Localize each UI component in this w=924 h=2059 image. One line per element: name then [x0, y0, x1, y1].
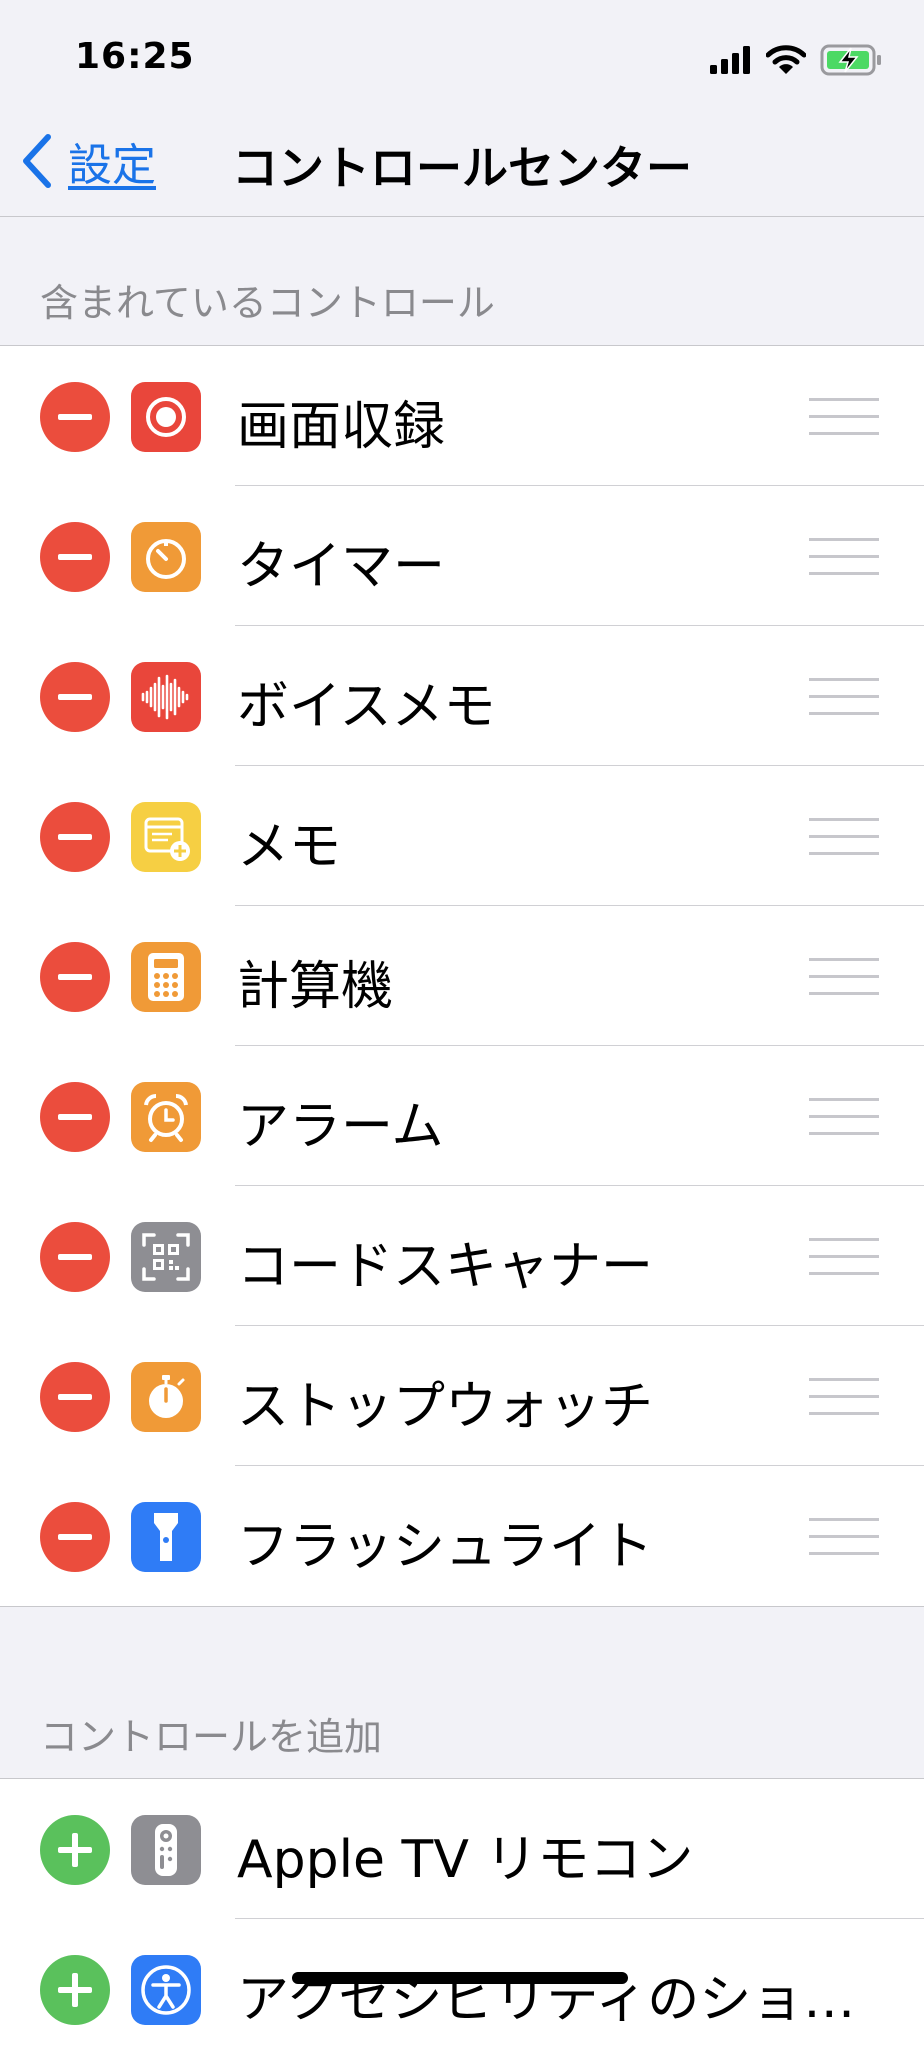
control-label: ストップウォッチ: [237, 1377, 654, 1437]
reorder-handle[interactable]: [809, 1378, 879, 1416]
list-item: アラーム: [0, 1046, 924, 1186]
cellular-signal-icon: [710, 46, 750, 74]
control-label: アラーム: [237, 1097, 444, 1157]
battery-charging-icon: [820, 44, 881, 76]
list-item: タイマー: [0, 486, 924, 626]
remove-button[interactable]: [40, 522, 110, 592]
list-item: アクセシビリティのショ…: [0, 1919, 924, 2059]
note-icon: [131, 802, 201, 872]
calculator-icon: [131, 942, 201, 1012]
control-label: コードスキャナー: [237, 1237, 654, 1297]
control-label: メモ: [237, 817, 342, 877]
back-button[interactable]: 設定: [20, 130, 156, 192]
control-label: フラッシュライト: [237, 1517, 654, 1577]
list-item: コードスキャナー: [0, 1186, 924, 1326]
flashlight-icon: [131, 1502, 201, 1572]
navigation-bar: 設定 コントロールセンター: [0, 110, 924, 217]
reorder-handle[interactable]: [809, 958, 879, 996]
control-label: タイマー: [237, 537, 446, 597]
screen-record-icon: [131, 382, 201, 452]
reorder-handle[interactable]: [809, 678, 879, 716]
section-header-included: 含まれているコントロール: [40, 281, 495, 325]
status-icons: [710, 40, 882, 80]
accessibility-icon: [131, 1955, 201, 2025]
remove-button[interactable]: [40, 662, 110, 732]
chevron-left-icon: [23, 134, 51, 188]
add-button[interactable]: [40, 1815, 110, 1885]
control-label: 計算機: [237, 957, 394, 1017]
control-label: Apple TV リモコン: [237, 1830, 694, 1890]
page-title: コントロールセンター: [232, 141, 692, 195]
stopwatch-icon: [131, 1362, 201, 1432]
list-item: ボイスメモ: [0, 626, 924, 766]
list-item: 画面収録: [0, 346, 924, 486]
reorder-handle[interactable]: [809, 1098, 879, 1136]
remove-button[interactable]: [40, 1082, 110, 1152]
remove-button[interactable]: [40, 1502, 110, 1572]
control-label: ボイスメモ: [237, 677, 496, 737]
timer-icon: [131, 522, 201, 592]
control-label: 画面収録: [237, 397, 446, 457]
home-indicator: [292, 1972, 628, 1984]
remove-button[interactable]: [40, 802, 110, 872]
tv-remote-icon: [131, 1815, 201, 1885]
remove-button[interactable]: [40, 1222, 110, 1292]
wifi-icon: [766, 45, 806, 74]
more-controls-list: Apple TV リモコン アクセシビリティのショ…: [0, 1778, 924, 2059]
control-label: アクセシビリティのショ…: [237, 1970, 856, 2030]
qr-code-icon: [131, 1222, 201, 1292]
list-item: Apple TV リモコン: [0, 1779, 924, 1919]
status-bar: 16:25: [0, 0, 924, 110]
reorder-handle[interactable]: [809, 1518, 879, 1556]
reorder-handle[interactable]: [809, 538, 879, 576]
remove-button[interactable]: [40, 382, 110, 452]
list-item: 計算機: [0, 906, 924, 1046]
remove-button[interactable]: [40, 942, 110, 1012]
add-button[interactable]: [40, 1955, 110, 2025]
list-item: フラッシュライト: [0, 1466, 924, 1606]
remove-button[interactable]: [40, 1362, 110, 1432]
list-item: ストップウォッチ: [0, 1326, 924, 1466]
reorder-handle[interactable]: [809, 398, 879, 436]
reorder-handle[interactable]: [809, 818, 879, 856]
status-time: 16:25: [75, 36, 195, 77]
back-label[interactable]: 設定: [68, 129, 156, 193]
list-item: メモ: [0, 766, 924, 906]
alarm-icon: [131, 1082, 201, 1152]
reorder-handle[interactable]: [809, 1238, 879, 1276]
voice-memo-icon: [131, 662, 201, 732]
section-header-more: コントロールを追加: [40, 1715, 383, 1759]
included-controls-list: 画面収録 タイマー ボイスメモ メモ 計算機 アラーム コードスキャナー ストッ…: [0, 345, 924, 1607]
